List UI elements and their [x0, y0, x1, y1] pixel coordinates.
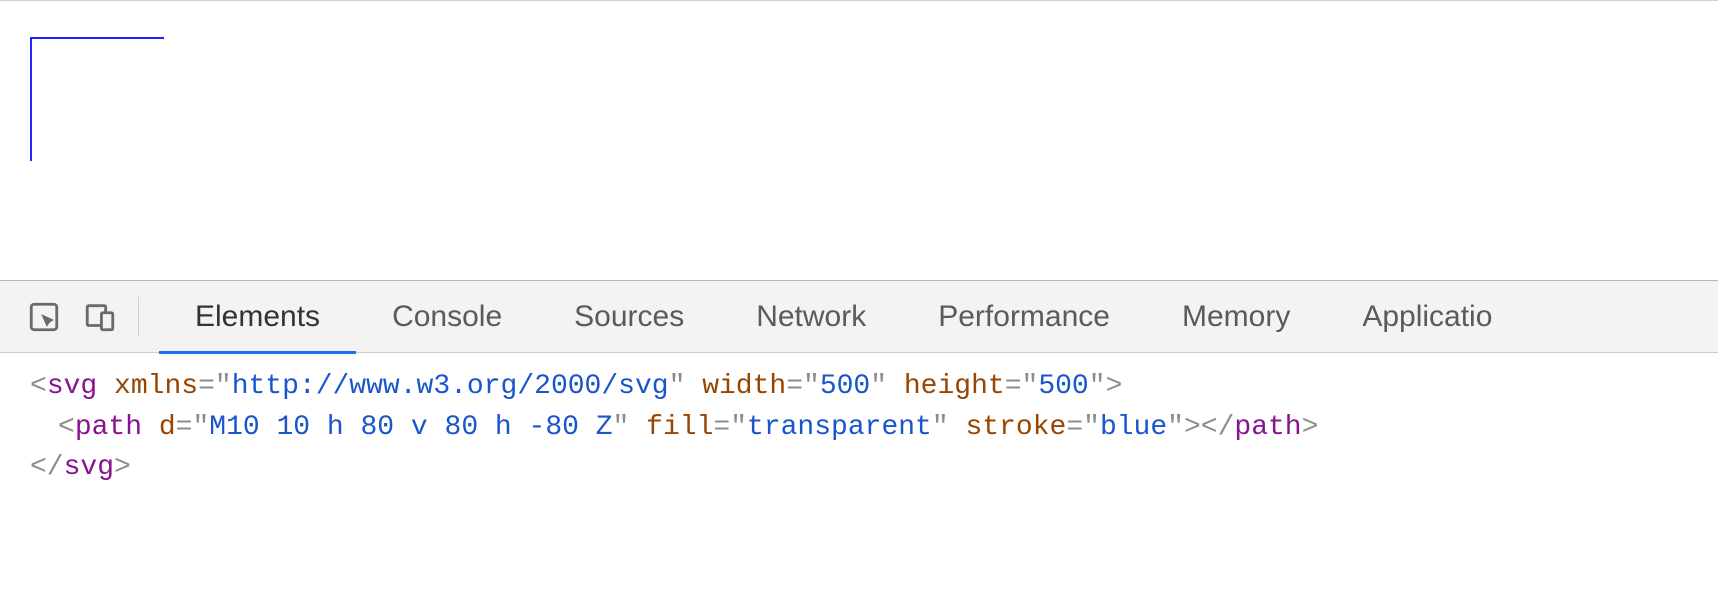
dom-token: ": [613, 412, 630, 443]
tab-console[interactable]: Console: [356, 281, 538, 353]
dom-token: </: [1201, 412, 1235, 443]
dom-token: =: [176, 412, 193, 443]
dom-line-2[interactable]: <path d="M10 10 h 80 v 80 h -80 Z" fill=…: [30, 408, 1688, 449]
dom-tree[interactable]: <svg xmlns="http://www.w3.org/2000/svg" …: [0, 353, 1718, 509]
dom-token: </: [30, 452, 64, 483]
dom-token: >: [1106, 371, 1123, 402]
tab-memory[interactable]: Memory: [1146, 281, 1326, 353]
tab-application[interactable]: Applicatio: [1326, 281, 1528, 353]
dom-token: [685, 371, 702, 402]
dom-token: ": [932, 412, 949, 443]
device-toggle-icon[interactable]: [72, 281, 128, 353]
tab-network[interactable]: Network: [720, 281, 902, 353]
dom-token: ": [192, 412, 209, 443]
dom-token: ": [1167, 412, 1184, 443]
dom-token: <: [30, 371, 47, 402]
dom-token: [97, 371, 114, 402]
dom-token: ": [1022, 371, 1039, 402]
rendered-svg: [14, 21, 164, 161]
tab-elements[interactable]: Elements: [159, 281, 356, 353]
dom-token: ": [803, 371, 820, 402]
dom-token: blue: [1100, 412, 1167, 443]
dom-token: M10 10 h 80 v 80 h -80 Z: [209, 412, 612, 443]
dom-token: [887, 371, 904, 402]
dom-token: ": [215, 371, 232, 402]
dom-token: http://www.w3.org/2000/svg: [232, 371, 669, 402]
dom-token: =: [1005, 371, 1022, 402]
dom-token: 500: [820, 371, 870, 402]
svg-square-path: [31, 38, 164, 161]
dom-token: >: [114, 452, 131, 483]
dom-token: >: [1302, 412, 1319, 443]
svg-square: [14, 21, 164, 161]
dom-token: xmlns: [114, 371, 198, 402]
dom-token: <: [58, 412, 75, 443]
dom-token: width: [702, 371, 786, 402]
dom-token: [629, 412, 646, 443]
dom-token: 500: [1038, 371, 1088, 402]
dom-token: svg: [64, 452, 114, 483]
tab-sources[interactable]: Sources: [538, 281, 720, 353]
dom-token: fill: [646, 412, 713, 443]
dom-token: ": [870, 371, 887, 402]
dom-token: transparent: [747, 412, 932, 443]
dom-token: height: [904, 371, 1005, 402]
dom-token: path: [75, 412, 142, 443]
dom-token: =: [786, 371, 803, 402]
dom-token: stroke: [965, 412, 1066, 443]
dom-token: svg: [47, 371, 97, 402]
tabbar-separator: [138, 297, 139, 337]
dom-token: ": [1083, 412, 1100, 443]
dom-token: =: [198, 371, 215, 402]
dom-token: [142, 412, 159, 443]
devtools-tabbar: Elements Console Sources Network Perform…: [0, 281, 1718, 353]
dom-token: =: [713, 412, 730, 443]
dom-token: [949, 412, 966, 443]
dom-token: ": [669, 371, 686, 402]
dom-token: d: [159, 412, 176, 443]
dom-token: path: [1234, 412, 1301, 443]
dom-token: =: [1066, 412, 1083, 443]
devtools-panel: Elements Console Sources Network Perform…: [0, 280, 1718, 509]
dom-token: >: [1184, 412, 1201, 443]
tab-performance[interactable]: Performance: [902, 281, 1146, 353]
dom-token: ": [1089, 371, 1106, 402]
dom-line-1[interactable]: <svg xmlns="http://www.w3.org/2000/svg" …: [30, 367, 1688, 408]
dom-line-3[interactable]: </svg>: [30, 448, 1688, 489]
page-viewport: [0, 0, 1718, 280]
dom-token: ": [730, 412, 747, 443]
inspect-icon[interactable]: [16, 281, 72, 353]
